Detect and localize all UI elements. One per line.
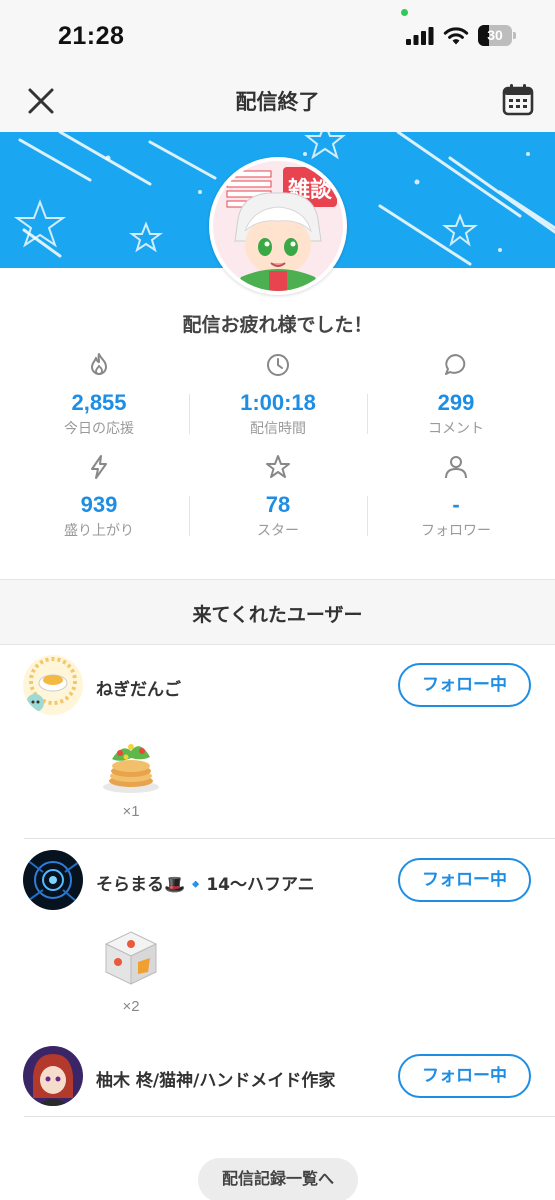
pancake-gift-icon: [103, 744, 159, 793]
stat-label: コメント: [428, 421, 484, 437]
stat-label: スター: [257, 523, 299, 539]
star-icon: [266, 455, 290, 478]
stat-value: -: [452, 492, 460, 517]
stat-label: フォロワー: [421, 523, 491, 539]
comment-icon: [445, 354, 466, 375]
user-name[interactable]: ねぎだんご: [96, 675, 181, 700]
calendar-icon[interactable]: [500, 81, 536, 117]
page-title: 配信終了: [235, 90, 320, 114]
user-name[interactable]: 柚木 柊/猫神/ハンドメイド作家: [96, 1066, 335, 1091]
stream-history-button[interactable]: 配信記録一覧へ: [198, 1158, 358, 1200]
user-avatar[interactable]: [23, 850, 83, 910]
stat-value: 2,855: [71, 390, 127, 415]
cellular-signal-icon: [406, 27, 434, 45]
stat-stars: 78 スター: [189, 454, 367, 550]
gift-count: ×1: [122, 803, 140, 820]
stat-comments: 299 コメント: [367, 352, 545, 448]
bolt-icon: [91, 455, 107, 479]
stat-value: 1:00:18: [240, 390, 316, 415]
stat-label: 今日の応援: [64, 421, 134, 437]
wifi-icon: [443, 27, 469, 45]
stat-value: 939: [80, 492, 118, 517]
person-icon: [445, 456, 467, 479]
follow-button[interactable]: フォロー中: [398, 858, 531, 902]
dice-gift-icon: [104, 931, 158, 985]
visitors-section-header: 来てくれたユーザー: [0, 579, 555, 645]
divider: [24, 838, 555, 839]
divider: [24, 1116, 555, 1117]
clock-icon: [267, 354, 289, 376]
status-time: 21:28: [58, 22, 125, 50]
streamer-avatar: 雑談: [209, 157, 347, 295]
battery-level: 30: [487, 27, 503, 43]
stat-excitement: 939 盛り上がり: [10, 454, 188, 550]
stat-value: 78: [265, 492, 291, 517]
stat-value: 299: [437, 390, 475, 415]
section-title: 来てくれたユーザー: [192, 604, 363, 626]
stat-label: 盛り上がり: [64, 523, 134, 539]
follow-button[interactable]: フォロー中: [398, 1054, 531, 1098]
stat-followers: - フォロワー: [367, 454, 545, 550]
flame-icon: [91, 353, 107, 375]
user-avatar[interactable]: [23, 1046, 83, 1106]
stat-cheers: 2,855 今日の応援: [10, 352, 188, 448]
stat-label: 配信時間: [250, 421, 306, 437]
greeting-text: 配信お疲れ様でした！: [182, 314, 373, 336]
user-name[interactable]: そらまる🎩🔹14〜ハフアニ: [96, 870, 315, 895]
nav-bar: 配信終了: [0, 72, 555, 132]
stat-duration: 1:00:18 配信時間: [189, 352, 367, 448]
follow-button[interactable]: フォロー中: [398, 663, 531, 707]
user-avatar[interactable]: [23, 655, 83, 715]
gift-count: ×2: [122, 998, 140, 1015]
privacy-indicator: [401, 9, 408, 16]
status-bar: 21:28 30: [0, 0, 555, 72]
stream-ended-screen: 21:28 30 配信終了 雑談 配信お疲れ様でした！ 2,855 今日の応援 …: [0, 0, 555, 1200]
battery-indicator: 30: [478, 25, 516, 46]
